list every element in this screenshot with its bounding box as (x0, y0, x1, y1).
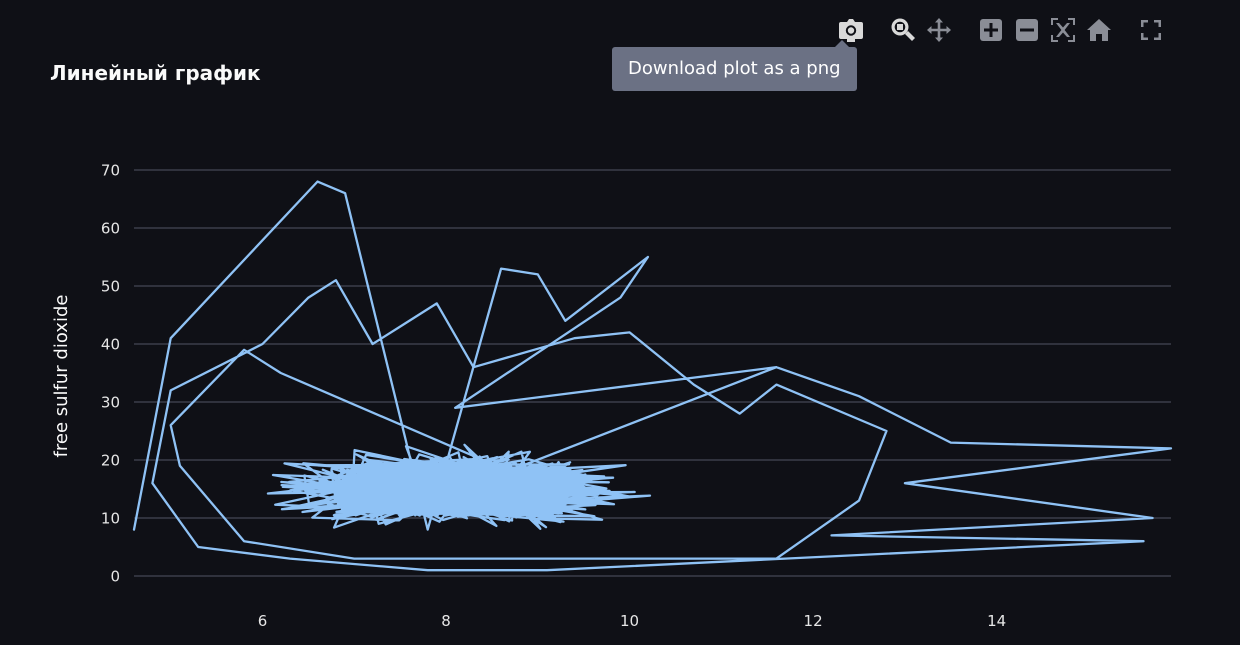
camera-icon (839, 19, 863, 42)
x-tick-label: 8 (441, 612, 451, 630)
fullscreen-icon (1141, 20, 1161, 40)
fullscreen-button[interactable] (1136, 15, 1166, 45)
zoom-button[interactable] (888, 15, 918, 45)
zoom-icon (891, 18, 915, 41)
zoom-out-button[interactable] (1012, 15, 1042, 45)
chart-title: Линейный график (50, 61, 261, 85)
y-tick-label: 60 (101, 220, 120, 238)
y-tick-label: 40 (101, 336, 120, 354)
y-axis-label: free sulfur dioxide (51, 295, 72, 458)
autoscale-button[interactable] (1048, 15, 1078, 45)
zoom-out-icon (1016, 19, 1038, 41)
y-tick-label: 30 (101, 394, 120, 412)
y-tick-label: 0 (110, 568, 120, 586)
modebar (830, 14, 1166, 46)
home-icon (1087, 19, 1111, 41)
y-tick-label: 50 (101, 278, 120, 296)
zoom-in-icon (980, 19, 1002, 41)
y-tick-label: 20 (101, 452, 120, 470)
download-tooltip: Download plot as a png (612, 47, 857, 91)
pan-icon (927, 18, 951, 42)
zoom-in-button[interactable] (976, 15, 1006, 45)
autoscale-icon (1051, 18, 1075, 42)
x-tick-label: 14 (987, 612, 1006, 630)
chart: 0 10 20 30 40 50 60 70 6 8 10 12 14 Линейный график… (0, 0, 1240, 645)
y-tick-label: 70 (101, 162, 120, 180)
reset-axes-button[interactable] (1084, 15, 1114, 45)
x-tick-label: 12 (804, 612, 823, 630)
pan-button[interactable] (924, 15, 954, 45)
tooltip-arrow (835, 40, 849, 47)
x-tick-label: 10 (620, 612, 639, 630)
y-tick-label: 10 (101, 510, 120, 528)
x-tick-label: 6 (258, 612, 268, 630)
